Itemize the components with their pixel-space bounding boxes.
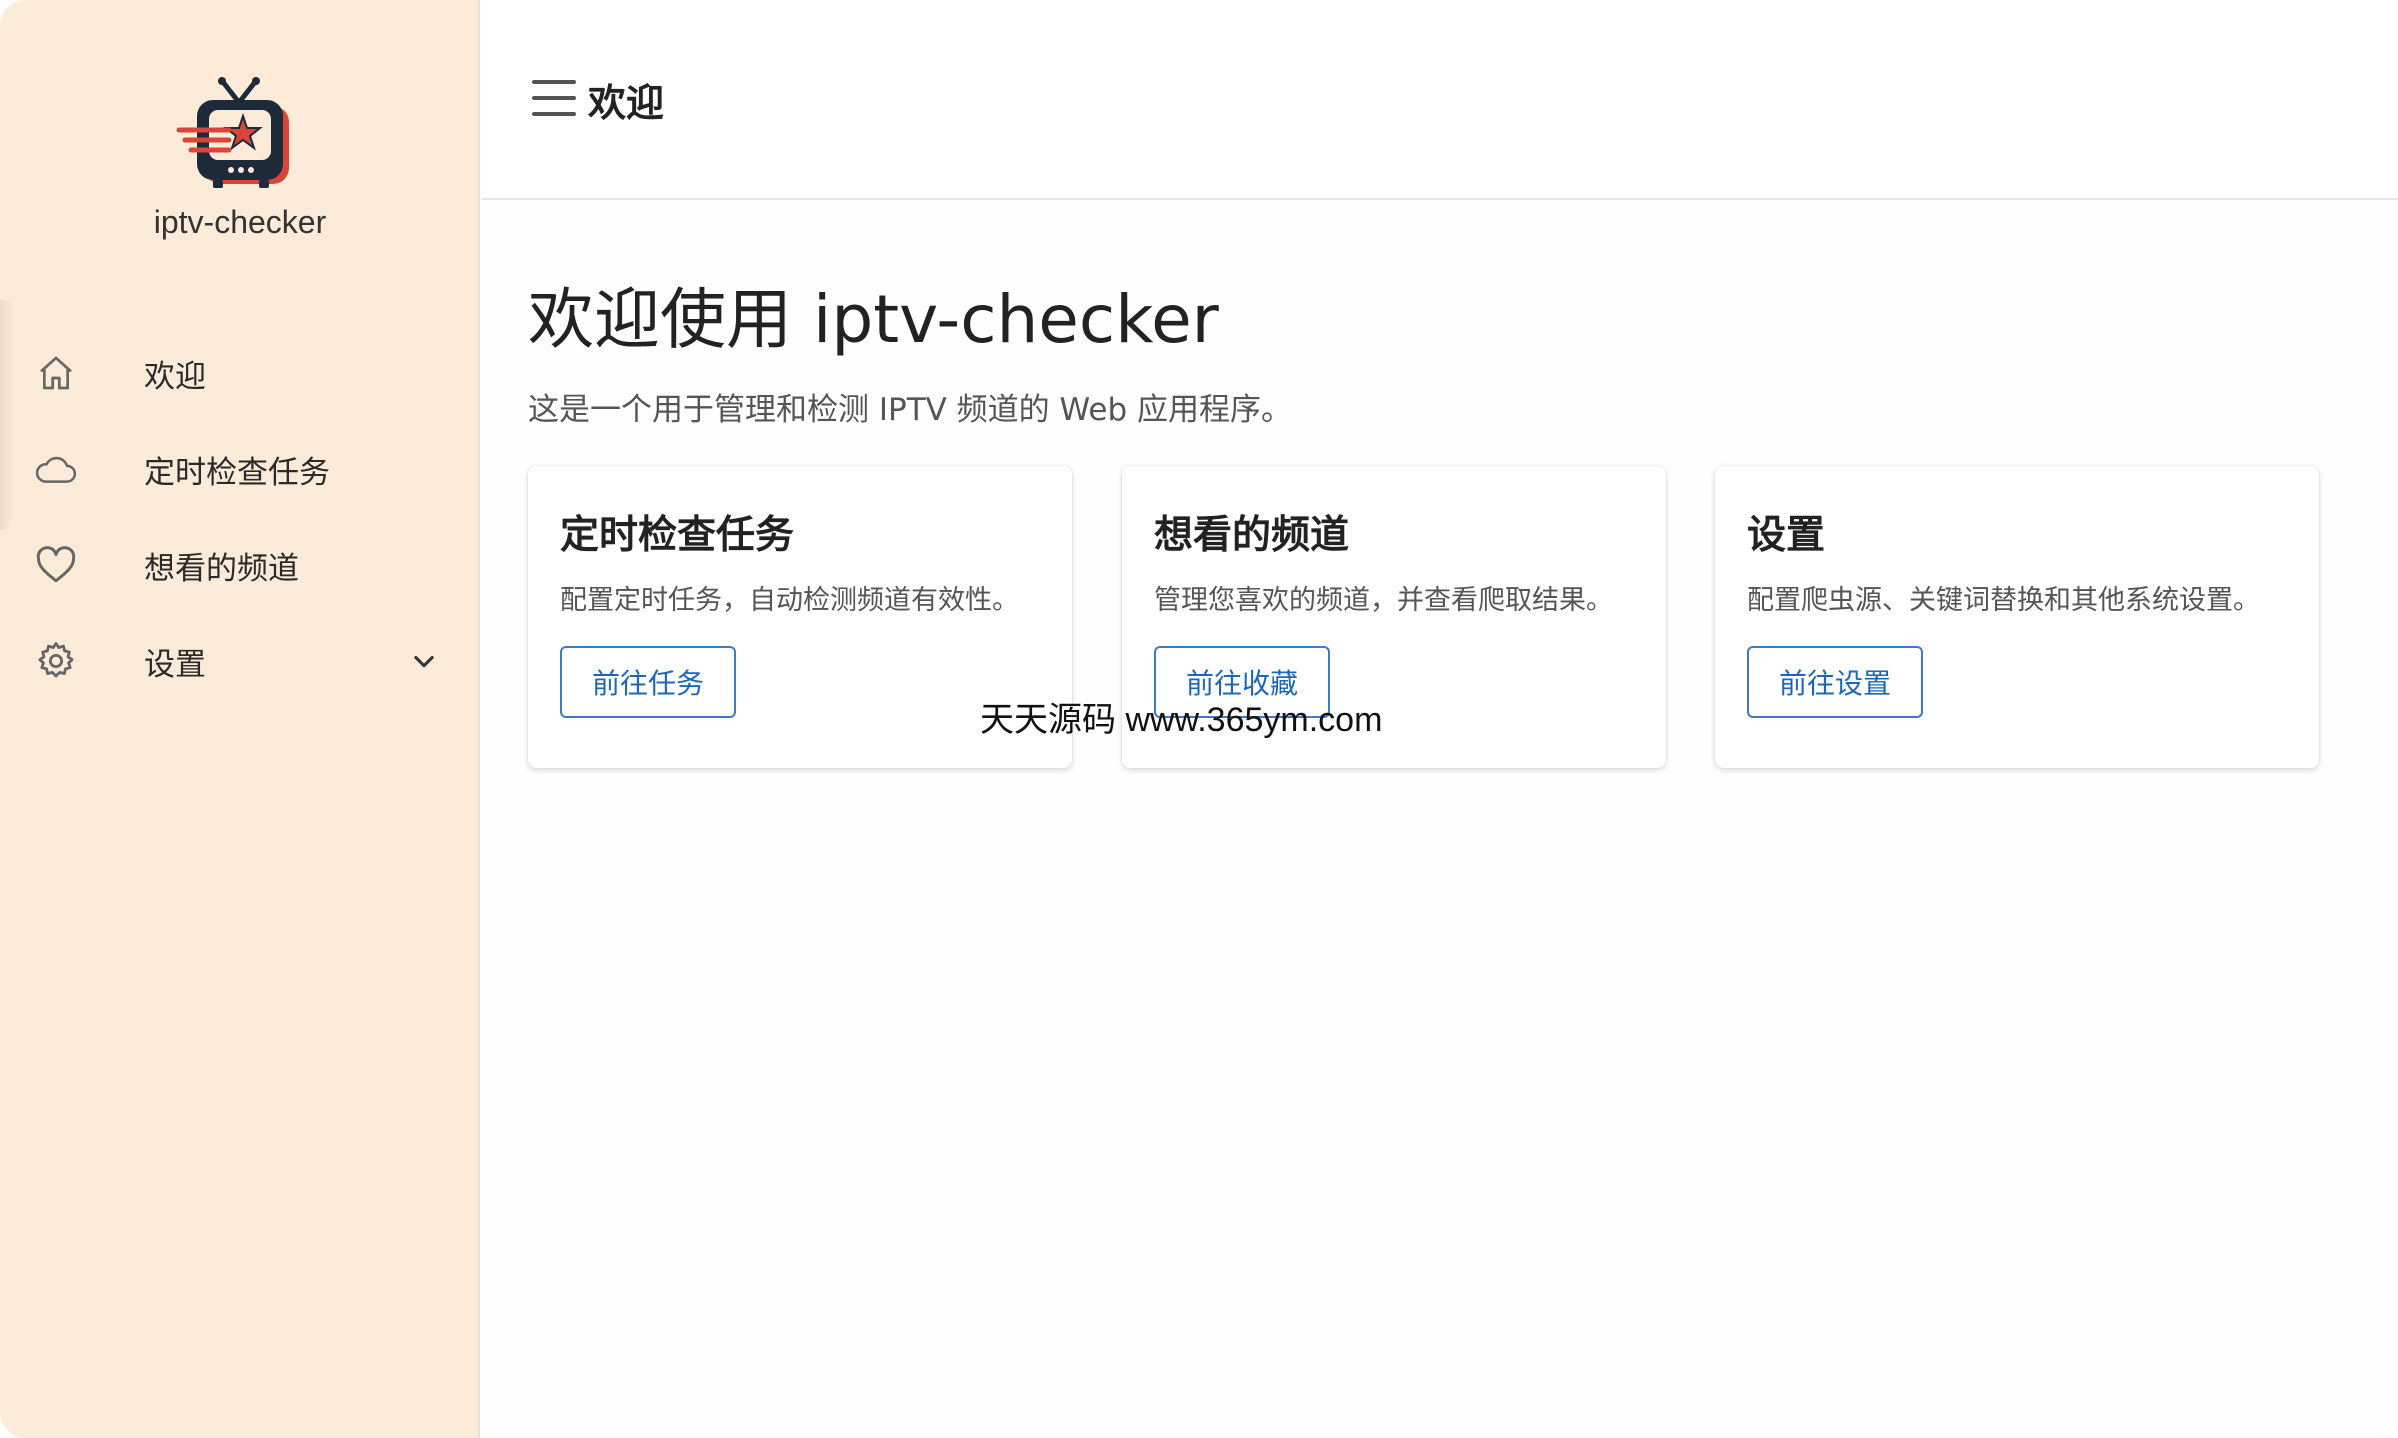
card-title: 定时检查任务 (560, 513, 795, 558)
welcome-subtitle: 这是一个用于管理和检测 IPTV 频道的 Web 应用程序。 (528, 392, 1292, 428)
feature-cards: 定时检查任务 配置定时任务，自动检测频道有效性。 前往任务 想看的频道 管理您喜… (528, 466, 2328, 768)
watermark-text: 天天源码 www.365ym.com (980, 701, 1383, 739)
sidebar-item-favorite-channels[interactable]: 想看的频道 (0, 517, 480, 613)
menu-toggle-icon[interactable] (532, 80, 576, 116)
sidebar-item-scheduled-tasks[interactable]: 定时检查任务 (0, 421, 480, 517)
card-settings: 设置 配置爬虫源、关键词替换和其他系统设置。 前往设置 (1715, 466, 2319, 768)
cloud-icon (34, 447, 78, 491)
sidebar: iptv-checker 欢迎 定时检查任务 想看的频道 设置 (0, 0, 480, 1438)
card-description: 管理您喜欢的频道，并查看爬取结果。 (1154, 585, 1613, 616)
top-bar: 欢迎 (482, 0, 2398, 200)
tv-logo-icon (176, 77, 289, 188)
home-icon (34, 351, 78, 395)
sidebar-nav: 欢迎 定时检查任务 想看的频道 设置 (0, 325, 480, 709)
card-description: 配置定时任务，自动检测频道有效性。 (560, 585, 1019, 616)
sidebar-item-label: 欢迎 (144, 358, 206, 395)
welcome-heading: 欢迎使用 iptv-checker (528, 281, 1219, 358)
go-to-tasks-button[interactable]: 前往任务 (560, 646, 737, 718)
main-content: 欢迎使用 iptv-checker 这是一个用于管理和检测 IPTV 频道的 W… (482, 200, 2398, 1438)
sidebar-item-label: 想看的频道 (144, 550, 299, 587)
sidebar-item-welcome[interactable]: 欢迎 (0, 325, 480, 421)
card-title: 想看的频道 (1154, 513, 1350, 558)
go-to-settings-button[interactable]: 前往设置 (1747, 646, 1924, 718)
app-name: iptv-checker (153, 204, 327, 240)
page-title: 欢迎 (588, 81, 665, 125)
sidebar-item-label: 定时检查任务 (144, 454, 330, 491)
gear-icon (34, 639, 78, 683)
sidebar-item-label: 设置 (144, 646, 206, 683)
chevron-down-icon[interactable] (408, 645, 440, 677)
sidebar-item-settings[interactable]: 设置 (0, 613, 480, 709)
heart-icon (34, 543, 78, 587)
card-description: 配置爬虫源、关键词替换和其他系统设置。 (1747, 585, 2260, 616)
card-title: 设置 (1747, 513, 1826, 558)
app-window: iptv-checker 欢迎 定时检查任务 想看的频道 设置 欢迎 欢迎使用 … (0, 0, 2398, 1438)
app-logo-block: iptv-checker (0, 70, 480, 241)
